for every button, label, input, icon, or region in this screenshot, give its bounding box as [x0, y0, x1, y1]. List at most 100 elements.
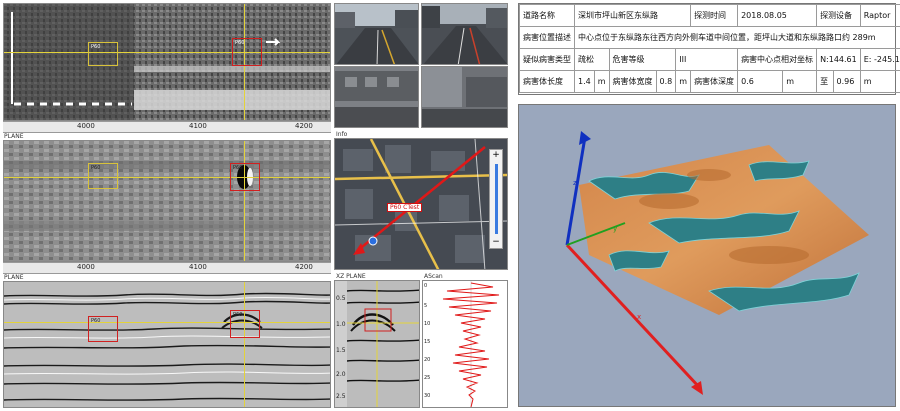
surface-scan-image — [4, 4, 330, 120]
table-cell: m — [675, 70, 692, 93]
table-cell: 1.4 — [574, 70, 595, 93]
table-cell: m — [593, 70, 610, 93]
ruler-tick: 4000 — [77, 263, 95, 271]
table-cell: 深圳市坪山新区东纵路 — [573, 4, 692, 27]
panel-label: PLANE — [4, 133, 24, 140]
marker-box-label: P60 — [91, 44, 101, 50]
view-3d-panel[interactable]: z x y — [518, 104, 896, 407]
table-row: 病害位置描述 中心点位于东纵路东往西方向外侧车道中间位置，距坪山大道和东纵路路口… — [519, 26, 900, 49]
table-cell: 病害体宽度 — [608, 70, 657, 93]
table-cell: N:144.61 — [816, 48, 861, 71]
disease-info-table: 道路名称 深圳市坪山新区东纵路 探测时间 2018.08.05 探测设备 Rap… — [518, 3, 900, 95]
table-row: 疑似病害类型 疏松 危害等级 III 病害中心点相对坐标 N:144.61 E:… — [519, 48, 900, 71]
axis-label-y: y — [613, 225, 618, 233]
zoom-out-button[interactable]: − — [490, 237, 502, 248]
camera-view-right[interactable] — [421, 66, 508, 128]
disease-box-left[interactable]: P60 — [88, 316, 118, 342]
table-cell: 0.6 — [737, 70, 784, 93]
table-cell: 0.96 — [832, 70, 861, 93]
table-cell: 病害中心点相对坐标 — [737, 48, 818, 71]
road-photo — [422, 4, 507, 64]
disease-box[interactable]: P60 — [230, 163, 260, 191]
marker-box-left[interactable]: P60 — [88, 163, 118, 189]
table-cell: 危害等级 — [608, 48, 677, 71]
ascan-tick: 10 — [424, 321, 431, 327]
table-cell: 中心点位于东纵路东往西方向外侧车道中间位置，距坪山大道和东纵路路口约 289m — [574, 26, 900, 49]
table-row: 道路名称 深圳市坪山新区东纵路 探测时间 2018.08.05 探测设备 Rap… — [519, 4, 900, 27]
ascan-axis: 0 5 10 15 20 25 30 — [423, 281, 433, 407]
table-cell: 至 — [816, 70, 834, 93]
panel-label: XZ PLANE — [336, 273, 366, 280]
table-cell: 探测时间 — [690, 4, 739, 27]
disease-box[interactable]: P60 — [230, 310, 260, 338]
depth-axis: 0.5 1.0 1.5 2.0 2.5 — [335, 281, 346, 407]
bscan-image — [4, 282, 330, 407]
volume-render — [565, 131, 869, 395]
zoom-in-button[interactable]: + — [490, 150, 502, 161]
ascan-tick: 15 — [424, 339, 431, 345]
ascan-tick: 25 — [424, 375, 431, 381]
depth-tick: 2.0 — [336, 371, 346, 378]
xz-plane-panel[interactable]: 0.5 1.0 1.5 2.0 2.5 — [334, 280, 420, 408]
panel-label: Info — [336, 131, 348, 138]
marker-box-left[interactable]: P60 — [88, 42, 118, 66]
distance-ruler-top[interactable]: 4000 4100 4200 — [3, 121, 331, 133]
street-photo — [422, 67, 507, 127]
disease-box-label: P60 — [233, 165, 243, 171]
panel-label: AScan — [424, 273, 443, 280]
camera-view-left[interactable] — [334, 66, 419, 128]
table-cell: m — [782, 70, 818, 93]
table-cell: 2018.08.05 — [737, 4, 818, 27]
table-cell: 疏松 — [574, 48, 610, 71]
plane-scan-image — [4, 141, 330, 261]
table-cell: 探测设备 — [816, 4, 861, 27]
panel-label: PLANE — [4, 274, 24, 281]
table-cell: 疑似病害类型 — [519, 48, 575, 71]
table-cell: 0.8 — [655, 70, 677, 93]
ascan-tick: 5 — [424, 303, 428, 309]
ascan-tick: 0 — [424, 283, 428, 289]
depth-tick: 1.0 — [336, 321, 346, 328]
table-cell: E: -245.11 — [859, 48, 900, 71]
xz-image — [347, 281, 419, 407]
plane-scan-panel[interactable]: P60 P60 — [3, 140, 331, 262]
table-cell: m — [859, 70, 900, 93]
depth-tick: 2.5 — [336, 393, 346, 400]
table-cell: 病害体长度 — [519, 70, 575, 93]
ascan-tick: 30 — [424, 393, 431, 399]
map-panel[interactable]: P60 CTest + − — [334, 138, 508, 270]
disease-box-label: P60 — [235, 40, 245, 46]
ruler-tick: 4100 — [189, 263, 207, 271]
surface-scan-panel[interactable]: P60 P60 — [3, 3, 331, 121]
depth-tick: 1.5 — [336, 347, 346, 354]
zoom-slider[interactable] — [495, 164, 498, 234]
map-marker-label[interactable]: P60 CTest — [387, 203, 423, 212]
ruler-tick: 4200 — [295, 263, 313, 271]
axis-label-x: x — [637, 313, 642, 321]
bscan-panel[interactable]: P60 P60 — [3, 281, 331, 408]
camera-view-front[interactable] — [334, 3, 419, 65]
ascan-waveform — [442, 281, 500, 407]
disease-box-label: P60 — [233, 312, 243, 318]
depth-tick: 0.5 — [336, 295, 346, 302]
table-row: 病害体长度 1.4 m 病害体宽度 0.8 m 病害体深度 0.6 m 至 0.… — [519, 70, 900, 93]
ruler-tick: 4000 — [77, 122, 95, 130]
table-cell: III — [675, 48, 739, 71]
axis-label-z: z — [573, 179, 577, 187]
street-photo — [335, 67, 418, 127]
ruler-tick: 4100 — [189, 122, 207, 130]
map-zoom-control[interactable]: + − — [489, 149, 503, 249]
distance-ruler-mid[interactable]: 4000 4100 4200 — [3, 262, 331, 274]
disease-box[interactable]: P60 — [232, 38, 262, 66]
camera-view-rear[interactable] — [421, 3, 508, 65]
table-cell: 病害体深度 — [690, 70, 739, 93]
ascan-tick: 20 — [424, 357, 431, 363]
ruler-tick: 4200 — [295, 122, 313, 130]
ascan-panel[interactable]: 0 5 10 15 20 25 30 — [422, 280, 508, 408]
table-cell: 病害位置描述 — [519, 26, 575, 49]
marker-box-label: P60 — [91, 165, 101, 171]
disease-box-label: P60 — [91, 318, 101, 324]
road-photo — [335, 4, 418, 64]
table-cell: Raptor — [859, 4, 900, 27]
table-cell: 道路名称 — [519, 4, 575, 27]
